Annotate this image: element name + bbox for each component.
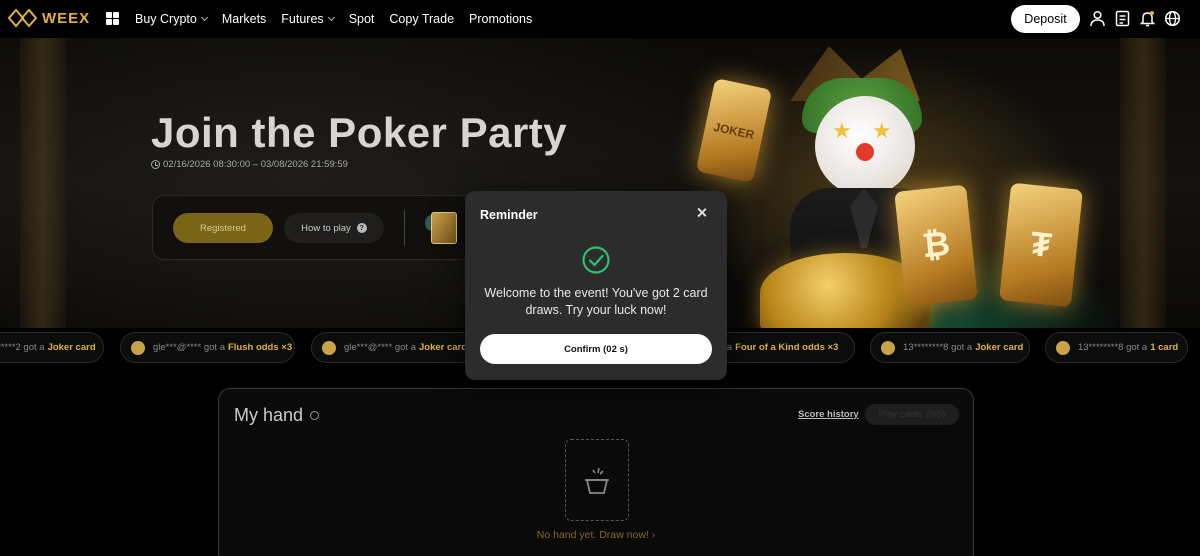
how-to-play-label: How to play <box>301 222 351 234</box>
info-icon[interactable] <box>310 411 320 420</box>
deposit-button[interactable]: Deposit <box>1011 5 1080 33</box>
ticker-user: gle***@**** <box>153 342 202 353</box>
ticker-reward: Flush odds ×3 <box>227 342 293 353</box>
my-hand-panel: My hand Score history Play cards (0/5) N… <box>218 388 974 556</box>
ticker-item: gle***@**** got a Joker card <box>311 332 476 363</box>
chevron-down-icon <box>327 13 335 22</box>
menu-item-spot[interactable]: Spot <box>349 12 375 26</box>
ticker-reward: Joker card <box>975 342 1024 353</box>
ticker-item: *****2 got aJoker card <box>0 332 104 363</box>
ticker-reward: Four of a Kind odds ×3 <box>735 342 839 353</box>
avatar <box>322 340 336 355</box>
ticker-user: *****2 <box>0 342 21 353</box>
avatar <box>881 340 895 355</box>
menu-item-markets[interactable]: Markets <box>222 12 266 26</box>
menu-item-buy-crypto[interactable]: Buy Crypto <box>135 12 208 26</box>
reminder-dialog: Reminder Welcome to the event! You've go… <box>465 191 727 380</box>
card-thumbnail <box>431 212 457 244</box>
date-range-text: 02/16/2026 08:30:00 – 03/08/2026 21:59:5… <box>163 159 348 170</box>
ticker-item: gle***@**** got a Flush odds ×3 <box>120 332 295 363</box>
globe-icon[interactable] <box>1164 10 1181 27</box>
menu-item-label: Copy Trade <box>389 12 455 26</box>
chevron-down-icon <box>200 13 208 22</box>
hero-title: Join the Poker Party <box>151 109 568 156</box>
ticker-text: got a <box>1126 342 1148 353</box>
joker-card: JOKER <box>695 78 773 183</box>
star-eye-icon: ★ <box>872 118 892 143</box>
tether-card: ₮ <box>999 182 1083 308</box>
star-eye-icon: ★ <box>832 118 852 143</box>
registered-button[interactable]: Registered <box>173 213 273 243</box>
menu-item-label: Spot <box>348 12 375 26</box>
ticker-item: 13********8 got a1 card <box>1045 332 1188 363</box>
ticker-reward: Joker card <box>47 342 96 353</box>
close-icon[interactable] <box>696 207 708 219</box>
bitcoin-card: ₿ <box>894 184 978 307</box>
score-history-link[interactable]: Score history <box>798 409 859 420</box>
success-check-icon <box>582 246 610 274</box>
orders-icon[interactable] <box>1114 10 1131 27</box>
menu-item-futures[interactable]: Futures <box>281 12 335 26</box>
how-to-play-button[interactable]: How to play ? <box>284 213 384 243</box>
empty-card-slot[interactable] <box>565 439 629 521</box>
menu-item-label: Promotions <box>469 12 533 26</box>
clown-nose <box>856 143 874 161</box>
menu-item-copy-trade[interactable]: Copy Trade <box>389 12 454 26</box>
ticker-item: 13********8 got a Joker card <box>870 332 1030 363</box>
brand-name: WEEX <box>42 9 91 27</box>
ticker-user: gle***@**** <box>344 342 393 353</box>
my-hand-title: My hand <box>234 405 304 425</box>
bell-icon[interactable] <box>1139 10 1156 27</box>
ticker-user: 13********8 <box>903 342 949 353</box>
ticker-reward: 1 card <box>1150 342 1179 353</box>
ticker-text: got a <box>394 342 416 353</box>
weex-logo-icon <box>8 8 38 28</box>
ticker-text: got a <box>951 342 973 353</box>
background-pillar <box>20 38 66 328</box>
ticker-user: 13********8 <box>1078 342 1124 353</box>
user-icon[interactable] <box>1089 10 1106 27</box>
clock-icon <box>151 160 160 169</box>
menu-item-label: Futures <box>281 12 324 26</box>
menu-item-label: Markets <box>221 12 267 26</box>
avatar <box>131 340 145 355</box>
background-pillar <box>1120 38 1166 328</box>
ticker-text: got a <box>203 342 225 353</box>
divider <box>404 210 405 246</box>
action-panel: Registered How to play ? <box>152 195 482 260</box>
apps-icon[interactable] <box>106 12 119 25</box>
weex-logo[interactable]: WEEX <box>8 8 90 28</box>
avatar <box>1056 340 1070 355</box>
question-icon: ? <box>356 223 367 233</box>
dialog-message: Welcome to the event! You've got 2 card … <box>484 286 708 317</box>
ticker-text: got a <box>23 342 45 353</box>
my-hand-heading: My hand <box>234 405 320 426</box>
magic-hat-icon <box>585 467 609 494</box>
play-cards-button[interactable]: Play cards (0/5) <box>865 404 959 425</box>
ticker-reward: Joker card <box>418 342 468 353</box>
event-date-range: 02/16/2026 08:30:00 – 03/08/2026 21:59:5… <box>151 159 348 170</box>
confirm-button[interactable]: Confirm (02 s) <box>480 334 712 364</box>
menu-item-label: Buy Crypto <box>135 12 197 26</box>
main-menu: Buy Crypto Markets Futures Spot Copy Tra… <box>135 0 532 38</box>
top-nav: WEEX Buy Crypto Markets Futures Spot Cop… <box>0 0 1200 38</box>
menu-item-promotions[interactable]: Promotions <box>469 12 532 26</box>
draw-now-link[interactable]: No hand yet. Draw now! › <box>219 529 973 541</box>
dialog-title: Reminder <box>480 208 538 222</box>
